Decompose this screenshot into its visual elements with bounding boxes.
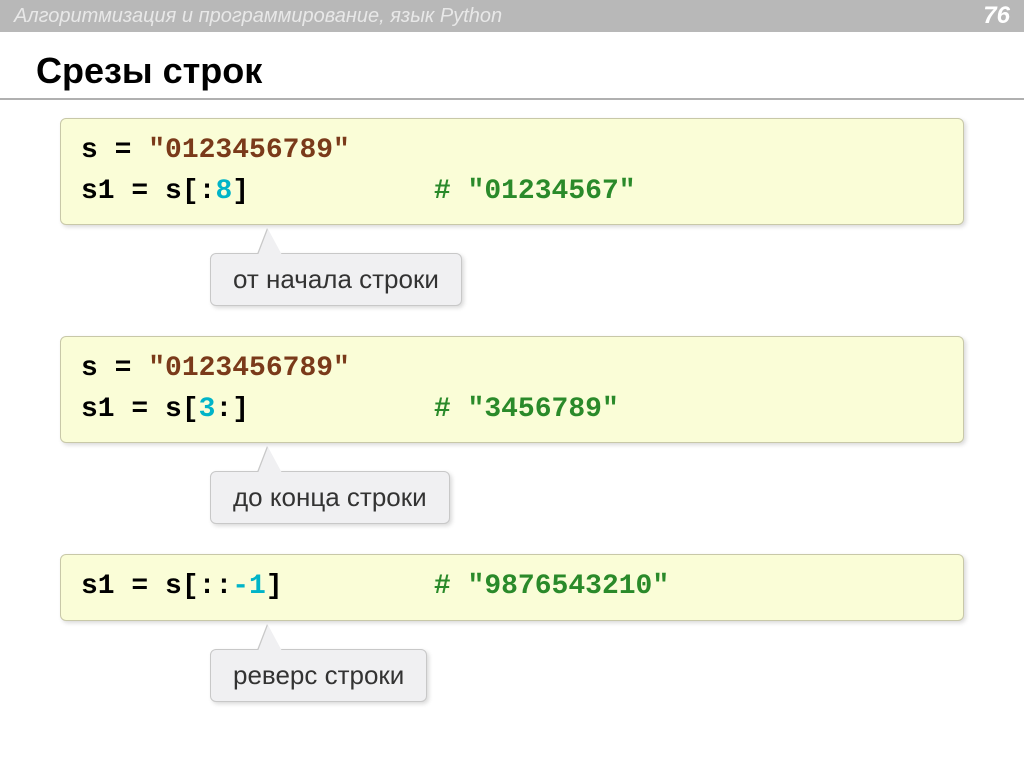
callout-pointer-icon [258,625,282,651]
callout-1: от начала строки [210,253,462,306]
header-title: Алгоритмизация и программирование, язык … [14,5,502,28]
code-line-1: s = "0123456789" [81,349,943,390]
main-title: Срезы строк [0,32,1024,98]
code-block: s = "0123456789" s1 = s[3:] # "3456789" [60,336,964,443]
callout-text: реверс строки [210,649,427,702]
content-area: s = "0123456789" s1 = s[:8] # "01234567"… [0,118,1024,702]
code-block: s = "0123456789" s1 = s[:8] # "01234567" [60,118,964,225]
callout-3: реверс строки [210,649,427,702]
callout-pointer-icon [258,229,282,255]
code-line-2: s1 = s[:8] # "01234567" [81,172,943,213]
callout-pointer-icon [258,447,282,473]
callout-2: до конца строки [210,471,450,524]
code-example-3: s1 = s[::-1] # "9876543210" реверс строк… [60,554,964,702]
code-example-1: s = "0123456789" s1 = s[:8] # "01234567"… [60,118,964,306]
header-bar: Алгоритмизация и программирование, язык … [0,0,1024,32]
code-line-1: s = "0123456789" [81,131,943,172]
callout-text: от начала строки [210,253,462,306]
code-block: s1 = s[::-1] # "9876543210" [60,554,964,621]
code-line-2: s1 = s[3:] # "3456789" [81,390,943,431]
divider [0,98,1024,100]
page-number: 76 [983,2,1010,30]
code-example-2: s = "0123456789" s1 = s[3:] # "3456789" … [60,336,964,524]
code-line-2: s1 = s[::-1] # "9876543210" [81,567,943,608]
callout-text: до конца строки [210,471,450,524]
